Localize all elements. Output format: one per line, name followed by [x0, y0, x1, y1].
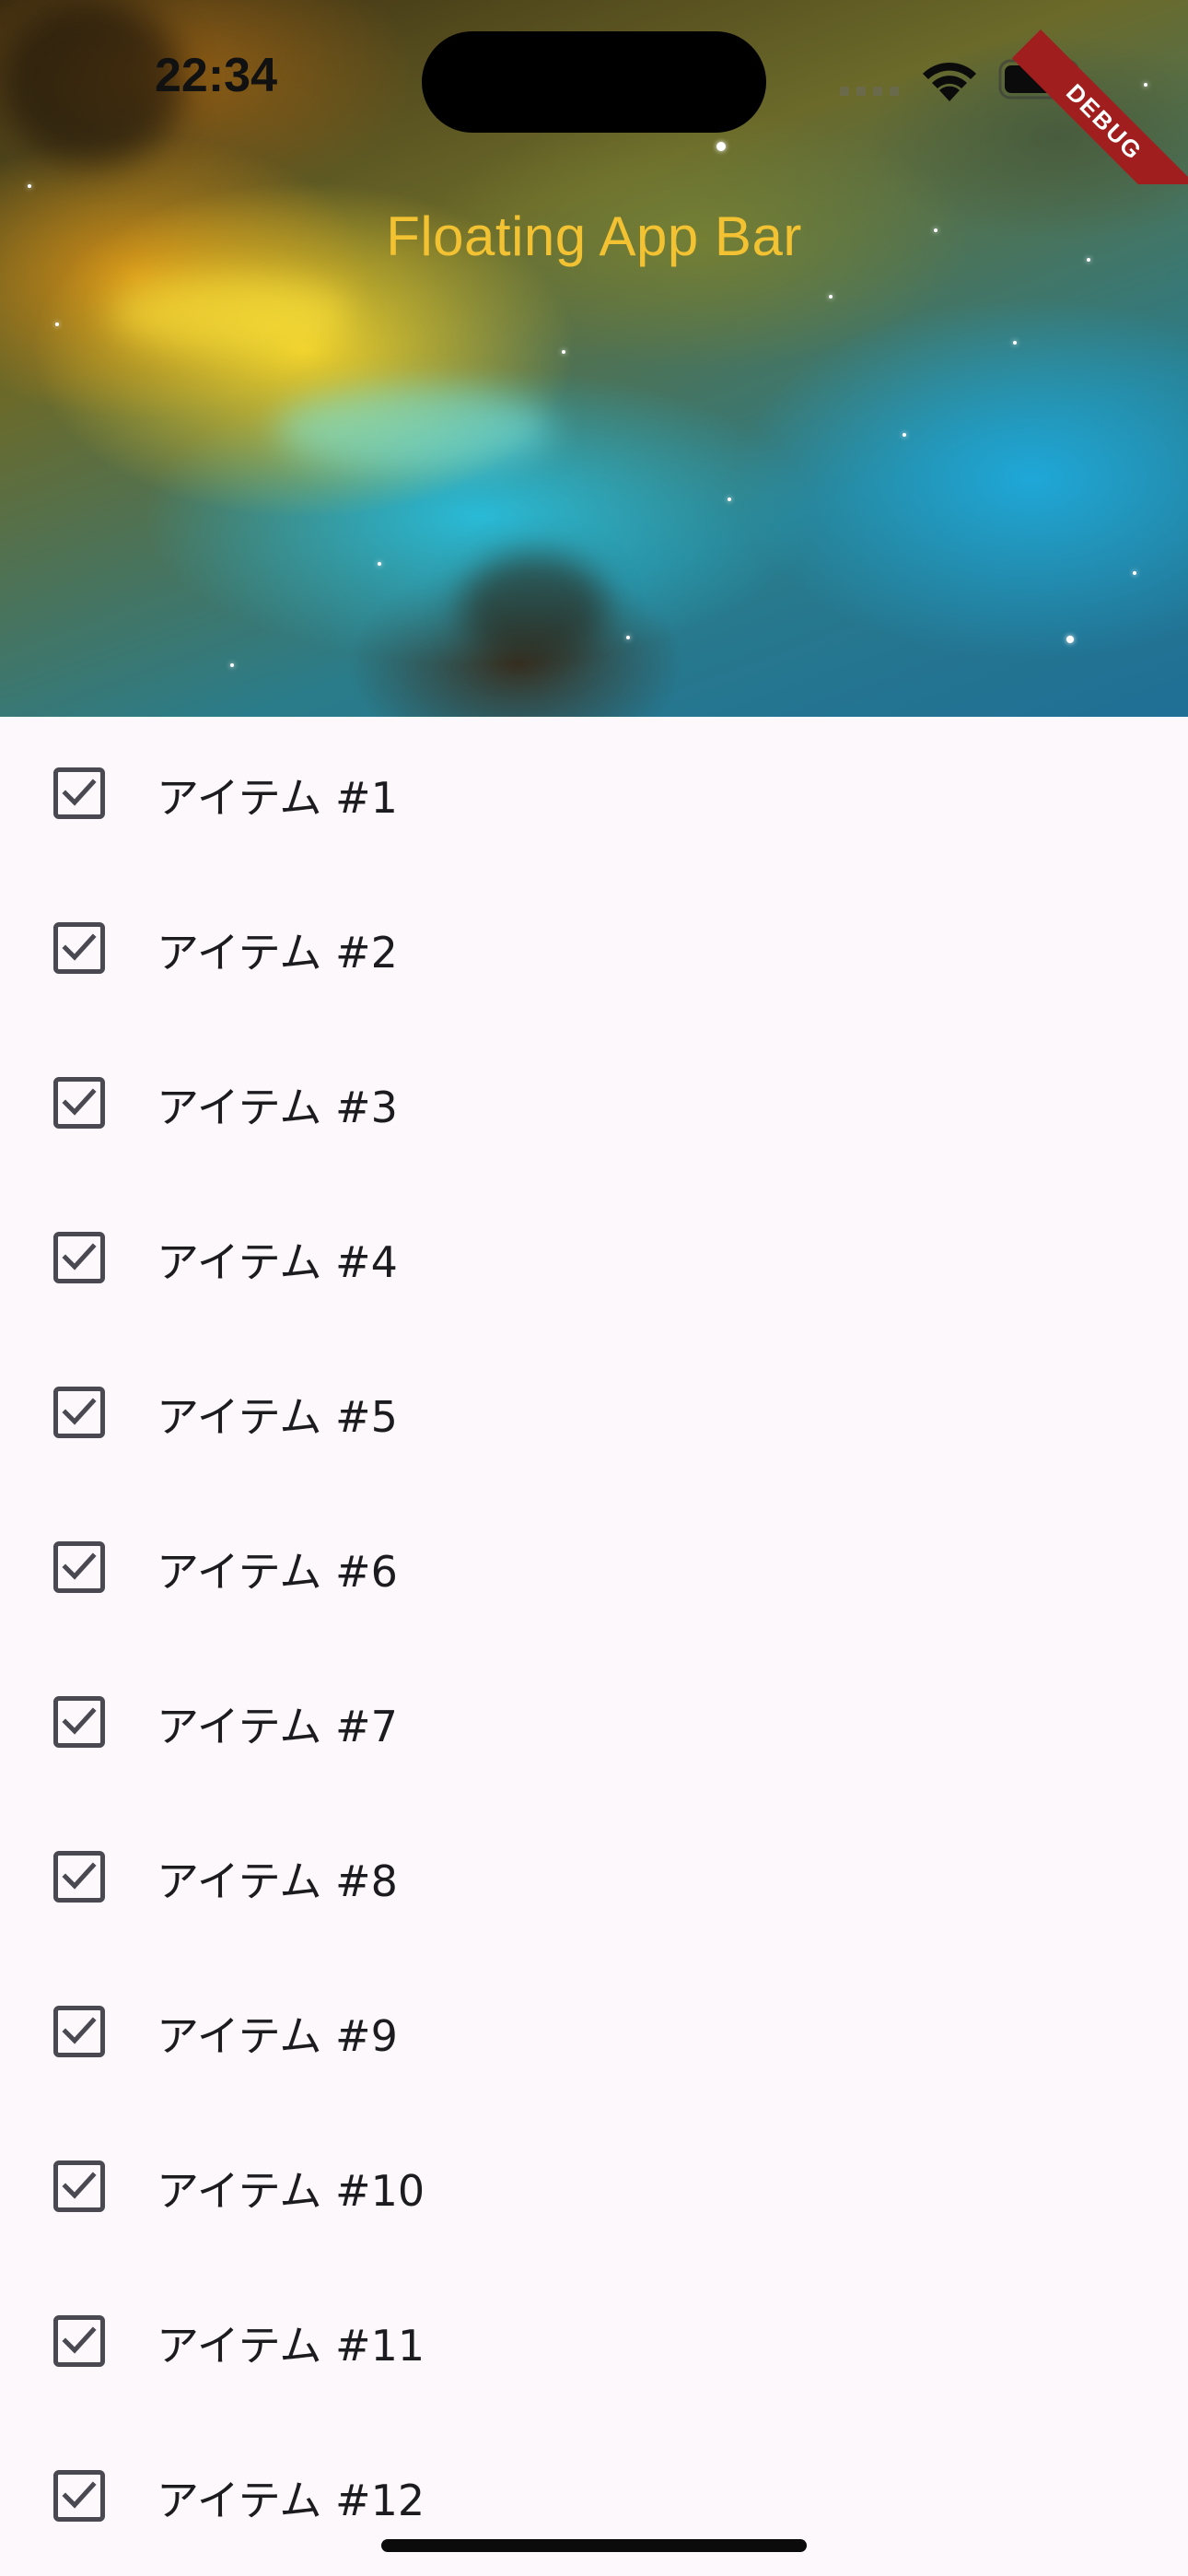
checkbox[interactable]: [53, 1387, 105, 1438]
item-label: アイテム #12: [157, 2476, 425, 2525]
star: [28, 184, 31, 188]
list-item[interactable]: アイテム #7: [0, 1645, 1188, 1800]
list-item[interactable]: アイテム #6: [0, 1491, 1188, 1645]
checkbox[interactable]: [53, 1541, 105, 1593]
star: [829, 295, 833, 299]
debug-ribbon-label: DEBUG: [1011, 29, 1188, 184]
checkbox[interactable]: [53, 2315, 105, 2367]
star: [903, 433, 906, 437]
list-item[interactable]: アイテム #4: [0, 1181, 1188, 1336]
check-box-icon: [62, 1707, 97, 1735]
check-box-icon: [62, 2481, 97, 2509]
item-label: アイテム #10: [157, 2166, 425, 2216]
check-box-icon: [62, 779, 97, 806]
list-item[interactable]: アイテム #3: [0, 1026, 1188, 1181]
checkbox[interactable]: [53, 1851, 105, 1903]
star: [378, 562, 381, 566]
wifi-icon: [923, 62, 976, 101]
nebula-highlight: [276, 387, 553, 470]
checkbox[interactable]: [53, 1232, 105, 1283]
checkbox[interactable]: [53, 1077, 105, 1129]
check-box-icon: [62, 933, 97, 961]
item-label: アイテム #7: [157, 1702, 398, 1751]
star: [1066, 636, 1074, 643]
star: [55, 322, 59, 326]
checkbox[interactable]: [53, 767, 105, 819]
cellular-signal-icon: [840, 87, 899, 96]
item-label: アイテム #2: [157, 928, 398, 978]
item-label: アイテム #11: [157, 2321, 425, 2371]
check-box-icon: [62, 2326, 97, 2354]
checkbox[interactable]: [53, 1696, 105, 1748]
check-box-icon: [62, 1088, 97, 1116]
star: [626, 636, 630, 639]
list-item[interactable]: アイテム #1: [0, 717, 1188, 872]
debug-banner: DEBUG: [1004, 0, 1188, 184]
check-box-icon: [62, 1552, 97, 1580]
check-box-icon: [62, 1243, 97, 1270]
item-label: アイテム #3: [157, 1083, 398, 1132]
item-label: アイテム #9: [157, 2011, 398, 2061]
check-box-icon: [62, 2172, 97, 2199]
item-label: アイテム #8: [157, 1856, 398, 1906]
app-bar-title: Floating App Bar: [386, 205, 802, 267]
item-list: アイテム #1 アイテム #2 アイテム #3 アイテム #4 アイテム #5 …: [0, 717, 1188, 2574]
star: [1013, 341, 1017, 345]
list-item[interactable]: アイテム #9: [0, 1955, 1188, 2110]
star: [230, 663, 234, 667]
star: [728, 498, 731, 501]
dynamic-island: [422, 31, 766, 133]
checkbox[interactable]: [53, 2470, 105, 2522]
checkbox[interactable]: [53, 2160, 105, 2212]
checkbox[interactable]: [53, 2006, 105, 2057]
check-box-icon: [62, 1398, 97, 1425]
nebula-dark-lane: [460, 553, 608, 663]
checkbox[interactable]: [53, 922, 105, 974]
status-time: 22:34: [155, 49, 277, 102]
nebula-highlight: [111, 276, 350, 350]
star: [716, 142, 726, 151]
check-box-icon: [62, 1862, 97, 1890]
item-label: アイテム #4: [157, 1237, 398, 1287]
list-item[interactable]: アイテム #2: [0, 872, 1188, 1026]
list-item[interactable]: アイテム #5: [0, 1336, 1188, 1491]
star: [562, 350, 565, 354]
list-item[interactable]: アイテム #11: [0, 2265, 1188, 2419]
star: [1133, 571, 1136, 575]
item-label: アイテム #1: [157, 773, 398, 823]
list-item[interactable]: アイテム #10: [0, 2110, 1188, 2265]
item-label: アイテム #6: [157, 1547, 398, 1597]
list-item[interactable]: アイテム #8: [0, 1800, 1188, 1955]
check-box-icon: [62, 2017, 97, 2044]
item-label: アイテム #5: [157, 1392, 398, 1442]
home-indicator[interactable]: [381, 2539, 807, 2552]
